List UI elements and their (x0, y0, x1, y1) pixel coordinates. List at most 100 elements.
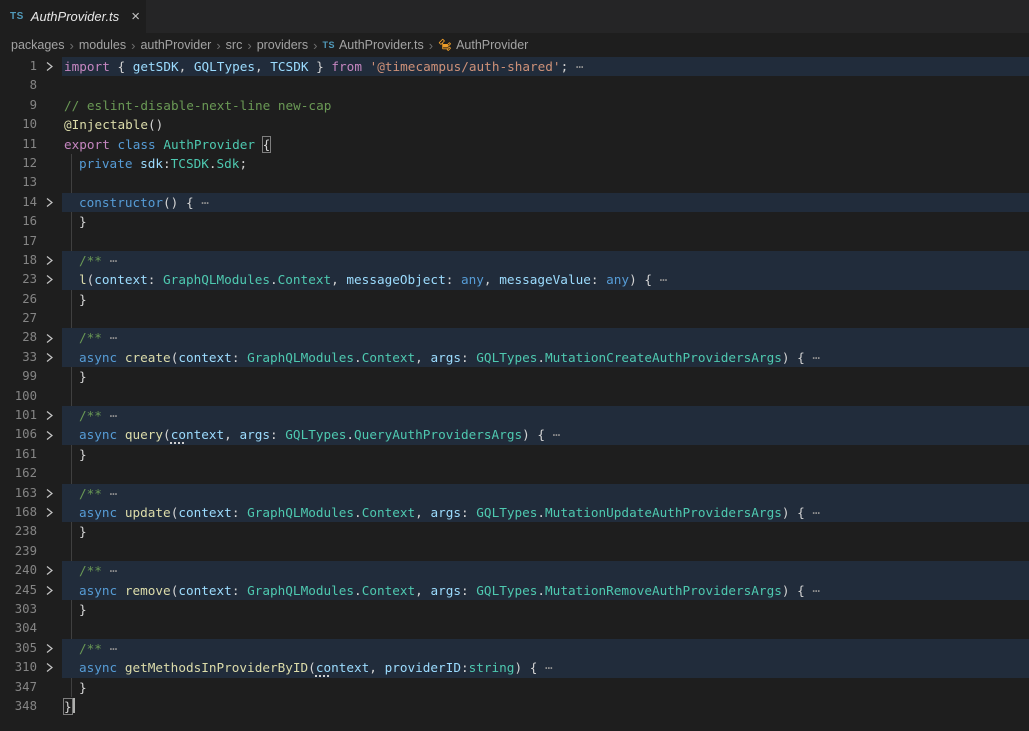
code-line[interactable]: 27 (0, 309, 1029, 328)
code-line[interactable]: 245async remove(context: GraphQLModules.… (0, 581, 1029, 600)
line-number[interactable]: 28 (0, 328, 37, 347)
code-editor[interactable]: 1import { getSDK, GQLTypes, TCSDK } from… (0, 57, 1029, 716)
fold-chevron-icon[interactable] (37, 251, 62, 270)
fold-chevron-icon[interactable] (37, 57, 62, 76)
line-number[interactable]: 106 (0, 425, 37, 444)
line-number[interactable]: 33 (0, 348, 37, 367)
breadcrumb-item-authprovider[interactable]: authProvider (140, 38, 211, 52)
code-line[interactable]: 33async create(context: GraphQLModules.C… (0, 348, 1029, 367)
fold-chevron-icon[interactable] (37, 503, 62, 522)
line-number[interactable]: 161 (0, 445, 37, 464)
code-line[interactable]: 304 (0, 619, 1029, 638)
code-line[interactable]: 23l(context: GraphQLModules.Context, mes… (0, 270, 1029, 289)
line-number[interactable]: 100 (0, 387, 37, 406)
line-number[interactable]: 99 (0, 367, 37, 386)
fold-column (37, 173, 62, 192)
code-line[interactable]: 10@Injectable() (0, 115, 1029, 134)
line-number[interactable]: 310 (0, 658, 37, 677)
code-line[interactable]: 16} (0, 212, 1029, 231)
line-number[interactable]: 27 (0, 309, 37, 328)
code-line[interactable]: 348} (0, 697, 1029, 716)
tab-close-icon[interactable]: × (131, 9, 140, 24)
code-line[interactable]: 1import { getSDK, GQLTypes, TCSDK } from… (0, 57, 1029, 76)
line-number[interactable]: 16 (0, 212, 37, 231)
fold-chevron-icon[interactable] (37, 193, 62, 212)
line-number[interactable]: 1 (0, 57, 37, 76)
class-symbol-icon (438, 38, 452, 52)
line-number[interactable]: 245 (0, 581, 37, 600)
line-number[interactable]: 305 (0, 639, 37, 658)
line-number[interactable]: 238 (0, 522, 37, 541)
code-line[interactable]: 11export class AuthProvider { (0, 135, 1029, 154)
line-number[interactable]: 240 (0, 561, 37, 580)
token-decl: async (79, 583, 125, 598)
breadcrumb-item-src[interactable]: src (226, 38, 243, 52)
fold-chevron-icon[interactable] (37, 561, 62, 580)
line-number[interactable]: 11 (0, 135, 37, 154)
code-line[interactable]: 28/** ⋯ (0, 328, 1029, 347)
code-line[interactable]: 310async getMethodsInProviderByID(contex… (0, 658, 1029, 677)
code-line[interactable]: 12private sdk:TCSDK.Sdk; (0, 154, 1029, 173)
code-line[interactable]: 168async update(context: GraphQLModules.… (0, 503, 1029, 522)
breadcrumb-item-packages[interactable]: packages (11, 38, 65, 52)
code-line[interactable]: 161} (0, 445, 1029, 464)
code-line[interactable]: 106async query(context, args: GQLTypes.Q… (0, 425, 1029, 444)
fold-chevron-icon[interactable] (37, 639, 62, 658)
code-line[interactable]: 99} (0, 367, 1029, 386)
fold-chevron-icon[interactable] (37, 658, 62, 677)
breadcrumb-item-authprovider-ts[interactable]: TSAuthProvider.ts (322, 38, 423, 52)
code-line[interactable]: 347} (0, 678, 1029, 697)
code-line[interactable]: 9// eslint-disable-next-line new-cap (0, 96, 1029, 115)
token-fn: create (125, 350, 171, 365)
breadcrumb-item-providers[interactable]: providers (257, 38, 308, 52)
fold-chevron-icon[interactable] (37, 328, 62, 347)
line-number[interactable]: 303 (0, 600, 37, 619)
code-line[interactable]: 8 (0, 76, 1029, 95)
code-line[interactable]: 18/** ⋯ (0, 251, 1029, 270)
code-line[interactable]: 162 (0, 464, 1029, 483)
code-line[interactable]: 239 (0, 542, 1029, 561)
line-number[interactable]: 10 (0, 115, 37, 134)
code-line[interactable]: 101/** ⋯ (0, 406, 1029, 425)
line-number[interactable]: 168 (0, 503, 37, 522)
fold-chevron-icon[interactable] (37, 425, 62, 444)
code-line[interactable]: 26} (0, 290, 1029, 309)
line-number[interactable]: 23 (0, 270, 37, 289)
code-line[interactable]: 100 (0, 387, 1029, 406)
token-type: QueryAuthProvidersArgs (354, 427, 522, 442)
line-number[interactable]: 13 (0, 173, 37, 192)
line-number[interactable]: 162 (0, 464, 37, 483)
fold-chevron-icon[interactable] (37, 270, 62, 289)
code-line[interactable]: 14constructor() { ⋯ (0, 193, 1029, 212)
line-number[interactable]: 163 (0, 484, 37, 503)
tab-authprovider[interactable]: TS AuthProvider.ts × (0, 0, 146, 33)
code-line[interactable]: 303} (0, 600, 1029, 619)
breadcrumb-item-authprovider[interactable]: AuthProvider (438, 38, 528, 52)
code-line[interactable]: 238} (0, 522, 1029, 541)
fold-chevron-icon[interactable] (37, 484, 62, 503)
token-decl: any (461, 272, 484, 287)
line-number[interactable]: 12 (0, 154, 37, 173)
breadcrumb-item-modules[interactable]: modules (79, 38, 126, 52)
line-number[interactable]: 101 (0, 406, 37, 425)
line-number[interactable]: 14 (0, 193, 37, 212)
code-line[interactable]: 17 (0, 232, 1029, 251)
line-number[interactable]: 239 (0, 542, 37, 561)
line-number[interactable]: 304 (0, 619, 37, 638)
line-number[interactable]: 18 (0, 251, 37, 270)
fold-chevron-icon[interactable] (37, 406, 62, 425)
fold-chevron-icon[interactable] (37, 348, 62, 367)
code-line[interactable]: 305/** ⋯ (0, 639, 1029, 658)
line-number[interactable]: 348 (0, 697, 37, 716)
token-fold: ⋯ (576, 59, 584, 74)
fold-chevron-icon[interactable] (37, 581, 62, 600)
code-line[interactable]: 163/** ⋯ (0, 484, 1029, 503)
line-number[interactable]: 9 (0, 96, 37, 115)
line-number[interactable]: 347 (0, 678, 37, 697)
line-number[interactable]: 17 (0, 232, 37, 251)
line-number[interactable]: 26 (0, 290, 37, 309)
code-line[interactable]: 240/** ⋯ (0, 561, 1029, 580)
code-line[interactable]: 13 (0, 173, 1029, 192)
line-number[interactable]: 8 (0, 76, 37, 95)
token-pun: () { (163, 195, 201, 210)
